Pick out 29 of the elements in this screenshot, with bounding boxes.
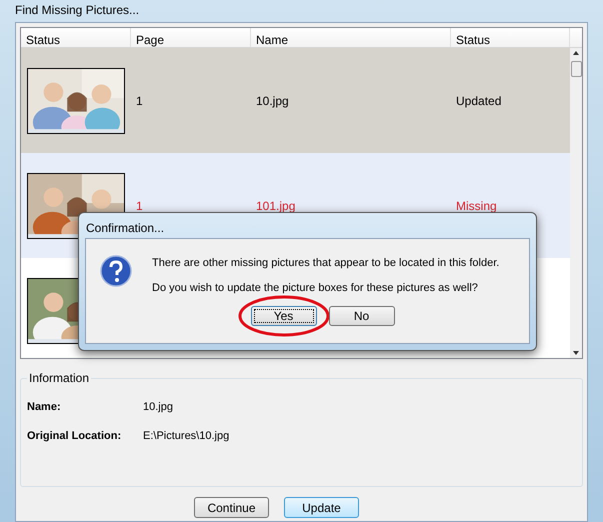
group-title: Information — [28, 370, 90, 387]
field-label: Name: — [27, 400, 62, 415]
field-label: Original Location: — [27, 428, 122, 444]
list-row[interactable]: 1 10.jpg Updated — [21, 48, 570, 153]
page-number: 1 — [135, 92, 144, 110]
dialog-button[interactable]: Update — [284, 497, 359, 518]
dialog-message: Do you wish to update the picture boxes for these pictures as well? — [152, 280, 479, 296]
dialog-button[interactable]: No — [328, 306, 394, 326]
column-header[interactable]: Page — [131, 28, 251, 47]
dialog-message: There are other missing pictures that appear to be located in this folder. — [152, 256, 500, 271]
file-name: 101.jpg — [255, 198, 296, 214]
field-value: 10.jpg — [143, 400, 173, 415]
dialog-button[interactable]: Continue — [194, 497, 269, 518]
dialog-button[interactable]: Yes — [250, 306, 316, 326]
question-icon — [100, 255, 132, 287]
scrollbar[interactable] — [570, 48, 582, 358]
scroll-down-icon[interactable] — [573, 351, 579, 355]
scroll-thumb[interactable] — [570, 61, 582, 77]
status-text: Updated — [455, 92, 502, 110]
column-header[interactable]: Name — [251, 28, 451, 47]
page-number: 1 — [135, 198, 144, 214]
field-value: E:\Pictures\10.jpg — [143, 428, 230, 444]
file-name: 10.jpg — [255, 92, 290, 110]
window-title: Find Missing Pictures... — [14, 2, 140, 19]
scroll-up-icon[interactable] — [573, 51, 579, 55]
column-header[interactable]: Status — [451, 28, 570, 47]
status-text: Missing — [455, 198, 498, 214]
column-header[interactable]: Status — [21, 28, 131, 47]
dialog-title: Confirmation... — [85, 220, 166, 237]
